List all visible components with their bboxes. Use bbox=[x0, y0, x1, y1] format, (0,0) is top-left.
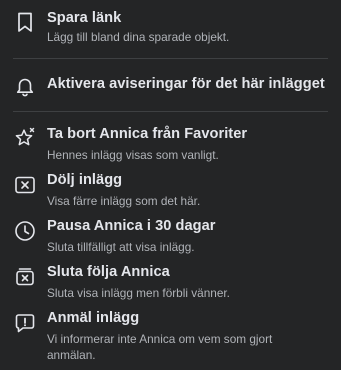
remove-favorite-item[interactable]: Ta bort Annica från Favoriter Hennes inl… bbox=[0, 120, 341, 164]
report-icon bbox=[13, 311, 37, 335]
post-options-menu: Spara länk Lägg till bland dina sparade … bbox=[0, 0, 341, 370]
remove-favorite-title: Ta bort Annica från Favoriter bbox=[47, 126, 248, 142]
save-link-title: Spara länk bbox=[47, 10, 122, 26]
unfollow-icon bbox=[13, 265, 37, 289]
report-post-title: Anmäl inlägg bbox=[47, 310, 140, 326]
hide-post-title: Dölj inlägg bbox=[47, 172, 123, 188]
divider bbox=[13, 111, 328, 112]
unfollow-item[interactable]: Sluta följa Annica Sluta visa inlägg men… bbox=[0, 258, 341, 302]
unfollow-title: Sluta följa Annica bbox=[47, 264, 170, 280]
hide-post-description: Visa färre inlägg som det här. bbox=[47, 194, 201, 208]
clock-icon bbox=[13, 219, 37, 243]
bell-icon bbox=[13, 74, 37, 98]
star-remove-icon bbox=[13, 126, 37, 150]
remove-favorite-description: Hennes inlägg visas som vanligt. bbox=[47, 148, 219, 162]
enable-notifications-item[interactable]: Aktivera aviseringar för det här inlägge… bbox=[0, 66, 341, 104]
snooze-description: Sluta tillfälligt att visa inlägg. bbox=[47, 240, 195, 254]
enable-notifications-title: Aktivera aviseringar för det här inlägge… bbox=[47, 76, 325, 92]
report-post-description: Vi informerar inte Annica om vem som gjo… bbox=[47, 332, 273, 362]
bookmark-icon bbox=[13, 10, 37, 34]
snooze-item[interactable]: Pausa Annica i 30 dagar Sluta tillfällig… bbox=[0, 212, 341, 256]
unfollow-description: Sluta visa inlägg men förbli vänner. bbox=[47, 286, 230, 300]
snooze-title: Pausa Annica i 30 dagar bbox=[47, 218, 216, 234]
report-post-item[interactable]: Anmäl inlägg Vi informerar inte Annica o… bbox=[0, 304, 341, 366]
hide-post-item[interactable]: Dölj inlägg Visa färre inlägg som det hä… bbox=[0, 166, 341, 210]
divider bbox=[13, 58, 328, 59]
hide-box-icon bbox=[13, 173, 37, 197]
save-link-description: Lägg till bland dina sparade objekt. bbox=[47, 30, 230, 44]
save-link-item[interactable]: Spara länk Lägg till bland dina sparade … bbox=[0, 0, 341, 48]
